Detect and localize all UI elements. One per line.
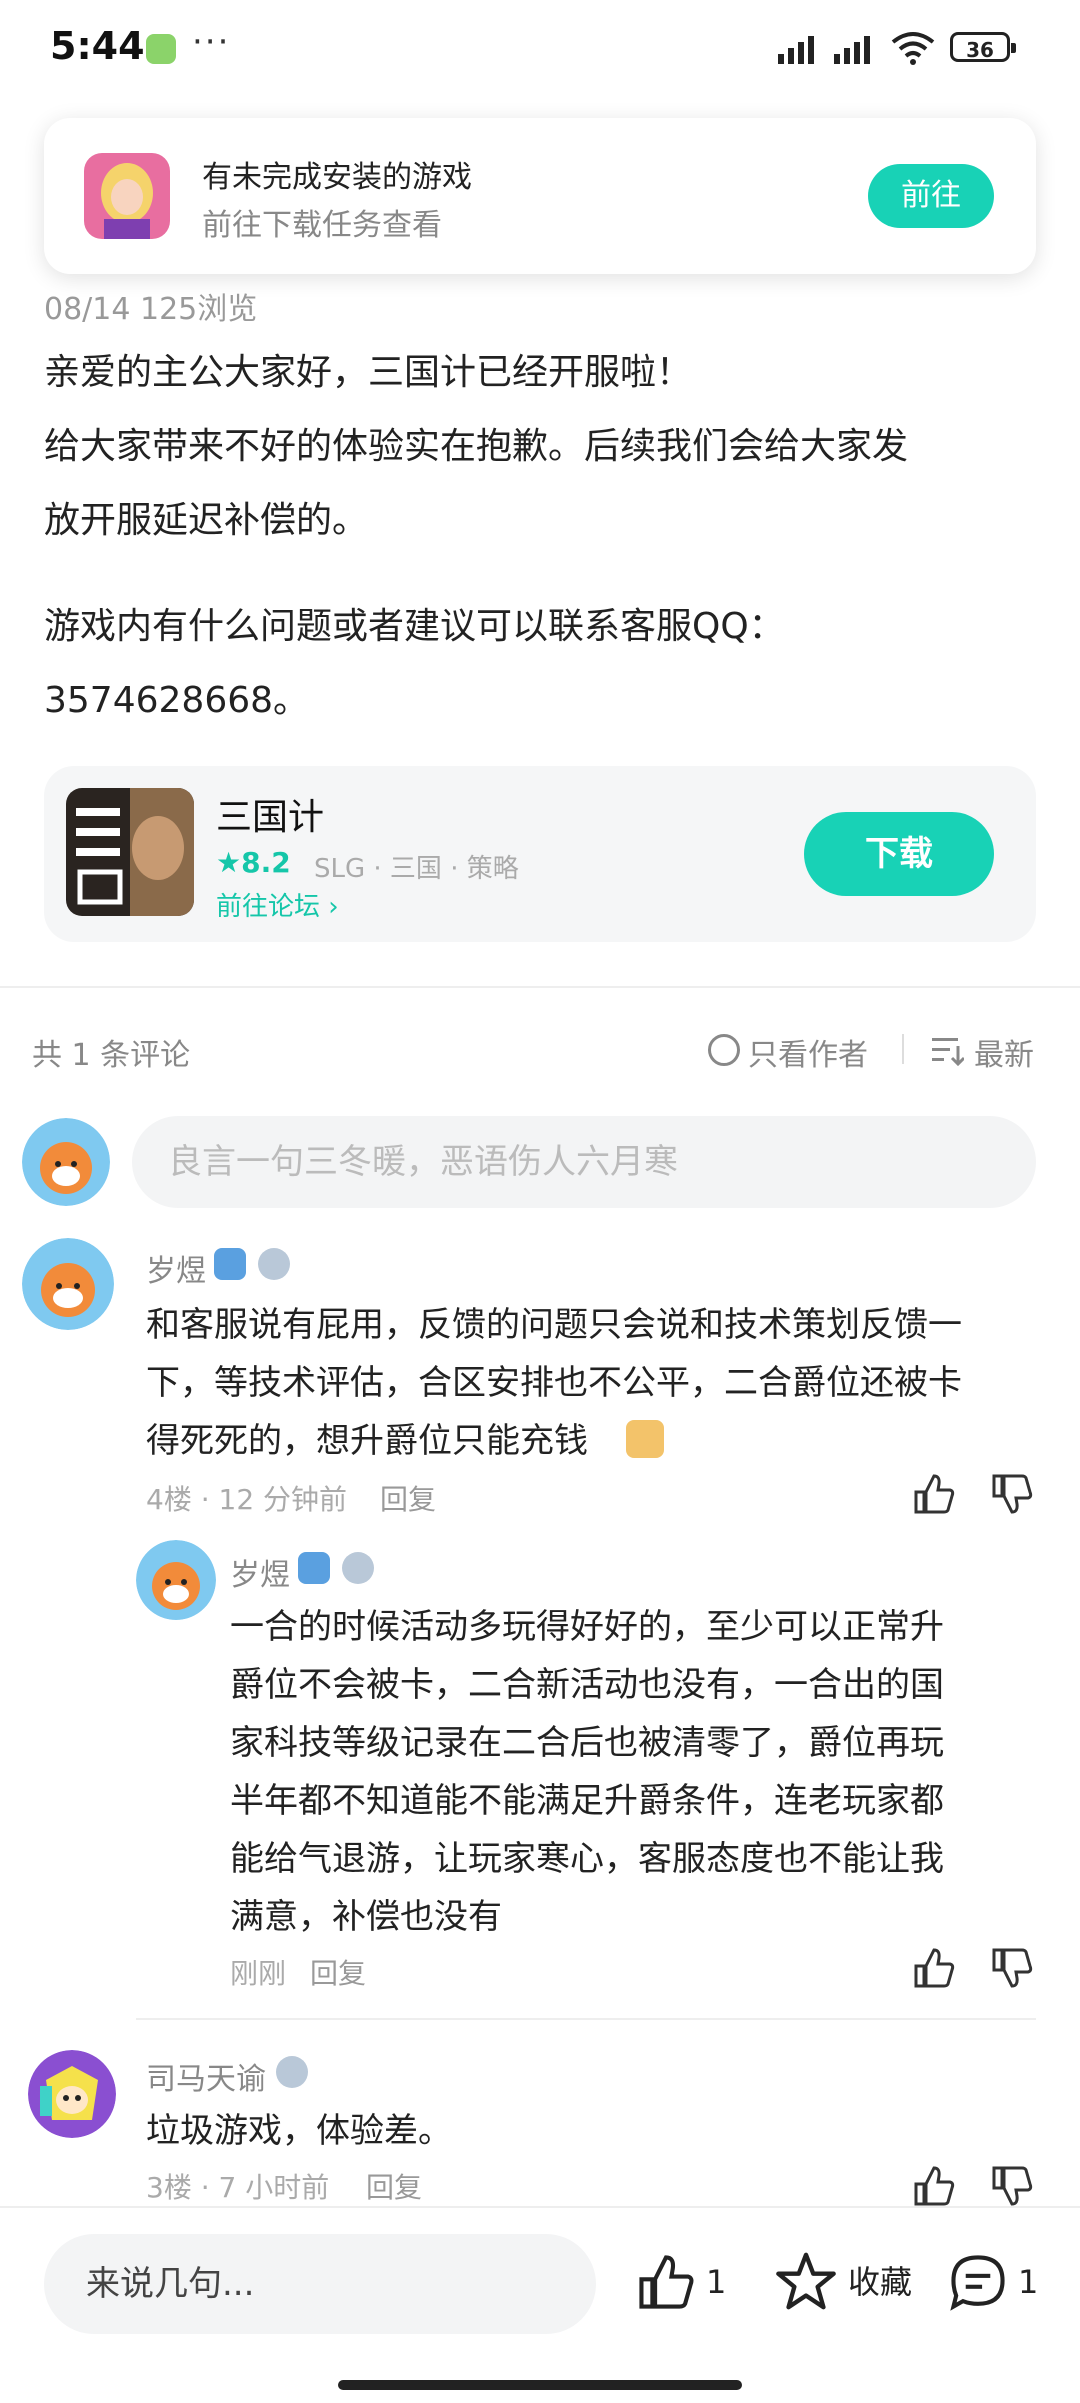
author-only-radio-icon[interactable]	[708, 1034, 740, 1066]
battery-icon: 36	[950, 32, 1016, 62]
comment-text-line: 垃圾游戏，体验差。	[146, 2111, 452, 2151]
comment-meta: 4楼 · 12 分钟前	[146, 1483, 348, 1516]
comment-meta: 3楼 · 7 小时前	[146, 2171, 330, 2204]
favorite-star-icon[interactable]	[774, 2250, 838, 2312]
commenter-name[interactable]: 司马天谕	[146, 2054, 266, 2098]
reply-user-name[interactable]: 岁煜	[230, 1550, 290, 1594]
post-line: 亲爱的主公大家好，三国计已经开服啦！	[44, 352, 693, 393]
rank-badge-icon	[276, 2056, 308, 2088]
reply-text-line: 家科技等级记录在二合后也被清零了，爵位再玩	[230, 1723, 944, 1763]
comment-text-line: 和客服说有屁用，反馈的问题只会说和技术策划反馈一	[146, 1305, 962, 1345]
comment-bubble-icon[interactable]	[948, 2252, 1008, 2312]
game-name: 三国计	[216, 797, 325, 838]
dislike-icon[interactable]	[990, 1472, 1034, 1516]
status-time: 5:44	[50, 24, 145, 68]
reply-button[interactable]: 回复	[366, 2166, 422, 2206]
like-icon[interactable]	[912, 2164, 956, 2208]
commenter-avatar[interactable]	[28, 2050, 116, 2138]
home-indicator[interactable]	[338, 2380, 742, 2390]
commenter-name[interactable]: 岁煜	[146, 1246, 206, 1290]
rank-badge-icon	[342, 1552, 374, 1584]
reply-text-line: 爵位不会被卡，二合新活动也没有，一合出的国	[230, 1665, 944, 1705]
dislike-icon[interactable]	[990, 2164, 1034, 2208]
post-meta: 08/14 125浏览	[44, 292, 258, 327]
comment-total: 1	[1018, 2263, 1039, 2301]
emoji-icon	[626, 1420, 664, 1458]
favorite-button[interactable]: 收藏	[848, 2246, 912, 2318]
reply-text-line: 一合的时候活动多玩得好好的，至少可以正常升	[230, 1607, 944, 1647]
bottom-action-bar: 来说几句... 1 收藏 1	[0, 2206, 1080, 2403]
my-avatar[interactable]	[22, 1118, 110, 1206]
comment-text-line: 得死死的，想升爵位只能充钱	[146, 1421, 588, 1461]
game-card[interactable]: 三国计 ★8.2 SLG · 三国 · 策略 前往论坛 › 下载	[44, 766, 1036, 942]
comment-text-line: 下，等技术评估，合区安排也不公平，二合爵位还被卡	[146, 1363, 962, 1403]
dislike-icon[interactable]	[990, 1946, 1034, 1990]
like-icon[interactable]	[912, 1472, 956, 1516]
notification-subtitle: 前往下载任务查看	[202, 208, 442, 243]
section-divider	[0, 986, 1080, 988]
install-notification[interactable]: 有未完成安装的游戏 前往下载任务查看 前往	[44, 118, 1036, 274]
like-count: 1	[706, 2263, 727, 2301]
download-button[interactable]: 下载	[804, 812, 994, 896]
game-app-icon	[84, 153, 170, 239]
wifi-icon	[891, 32, 935, 65]
sort-icon[interactable]	[932, 1036, 964, 1066]
more-notifications-icon: ···	[192, 22, 231, 62]
go-button[interactable]: 前往	[868, 164, 994, 228]
reply-meta: 刚刚	[230, 1957, 287, 1990]
reply-avatar[interactable]	[136, 1540, 216, 1620]
author-only-filter[interactable]: 只看作者	[748, 1030, 868, 1074]
header-separator	[902, 1034, 904, 1064]
reply-text-line: 半年都不知道能不能满足升爵条件，连老玩家都	[230, 1781, 944, 1821]
post-line: 放开服延迟补偿的。	[44, 500, 369, 541]
post-line: 3574628668。	[44, 680, 310, 721]
comment-count: 共 1 条评论	[32, 1038, 191, 1073]
game-tags: SLG · 三国 · 策略	[314, 854, 519, 884]
like-icon[interactable]	[912, 1946, 956, 1990]
post-line: 给大家带来不好的体验实在抱歉。后续我们会给大家发	[44, 426, 909, 467]
signal-icon-2	[834, 36, 870, 64]
reply-button[interactable]: 回复	[310, 1952, 366, 1992]
commenter-avatar[interactable]	[22, 1238, 114, 1330]
reply-text-line: 能给气退游，让玩家寒心，客服态度也不能让我	[230, 1839, 944, 1879]
level-badge-icon	[214, 1248, 246, 1280]
say-something-input[interactable]: 来说几句...	[44, 2234, 596, 2334]
game-icon[interactable]	[66, 788, 194, 916]
comment-input-box[interactable]	[132, 1116, 1036, 1208]
rank-badge-icon	[258, 1248, 290, 1280]
comment-input[interactable]	[132, 1116, 1036, 1208]
reply-text-line: 满意，补偿也没有	[230, 1897, 502, 1937]
level-badge-icon	[298, 1552, 330, 1584]
signal-icon	[778, 36, 814, 64]
app-notification-icon	[146, 34, 176, 64]
reply-divider	[136, 2018, 1036, 2020]
reply-button[interactable]: 回复	[380, 1478, 436, 1518]
like-post-icon[interactable]	[636, 2252, 696, 2312]
post-line: 游戏内有什么问题或者建议可以联系客服QQ：	[44, 606, 785, 647]
notification-title: 有未完成安装的游戏	[202, 160, 472, 195]
game-rating: ★8.2	[216, 846, 291, 879]
forum-link[interactable]: 前往论坛 ›	[216, 886, 339, 923]
sort-latest[interactable]: 最新	[974, 1030, 1034, 1074]
rating-value: 8.2	[241, 846, 291, 879]
